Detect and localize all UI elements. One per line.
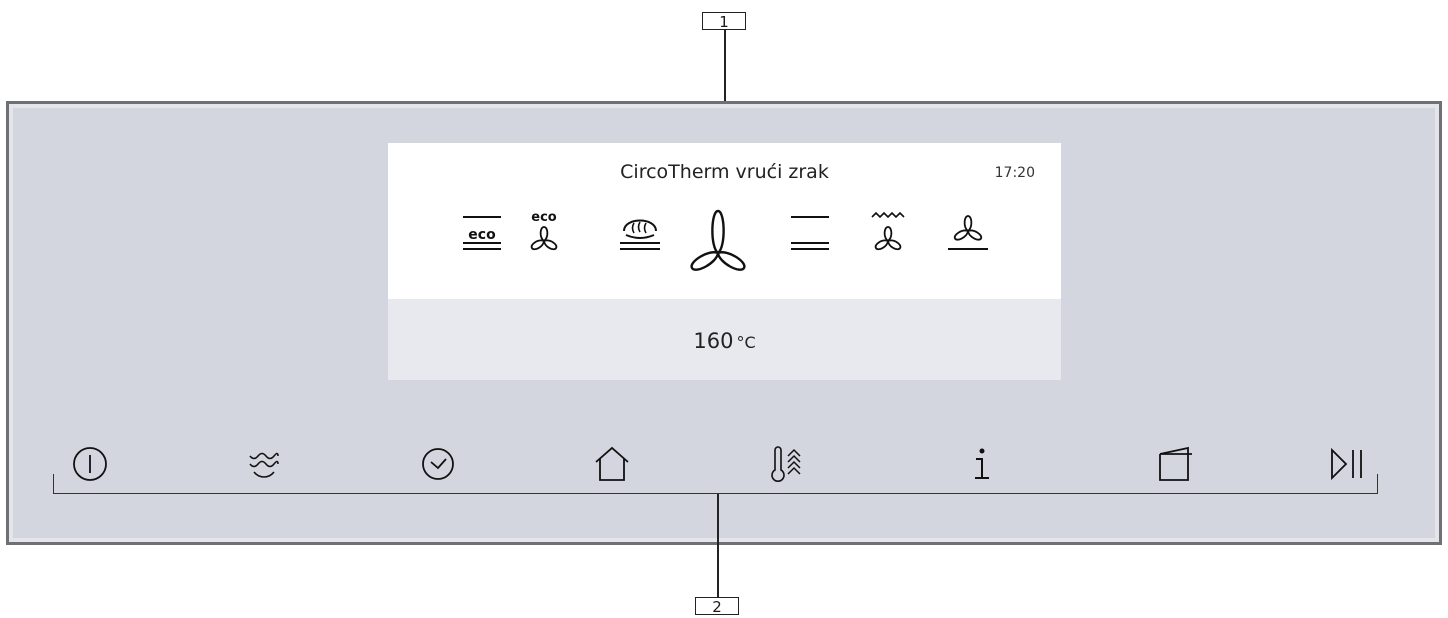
heating-mode-row: eco eco [388,201,1061,291]
callout-1: 1 [702,12,746,31]
display-screen: CircoTherm vrući zrak 17:20 eco eco 160 … [388,143,1061,380]
eco-label-1: eco [468,227,496,243]
bottom-heat-fan-icon[interactable] [944,207,992,259]
leader-line-2 [717,494,719,597]
temperature-unit: °C [736,333,756,352]
callout-2: 2 [695,597,739,616]
temperature-value: 160 [693,329,734,353]
display-title: CircoTherm vrući zrak [620,161,829,183]
temperature-area[interactable]: 160 °C [388,299,1061,380]
top-bottom-heating-icon[interactable] [788,211,832,259]
circotherm-eco-icon[interactable]: eco [524,207,564,259]
top-bottom-eco-icon[interactable]: eco [460,211,504,259]
pizza-setting-icon[interactable] [616,209,664,259]
temperature-readout: 160 °C [388,329,1061,353]
eco-label-2: eco [531,210,557,225]
display-time: 17:20 [994,165,1035,181]
grill-fan-icon[interactable] [866,207,910,259]
touch-field-bracket [53,474,1378,494]
circotherm-hot-air-icon[interactable] [686,205,750,285]
